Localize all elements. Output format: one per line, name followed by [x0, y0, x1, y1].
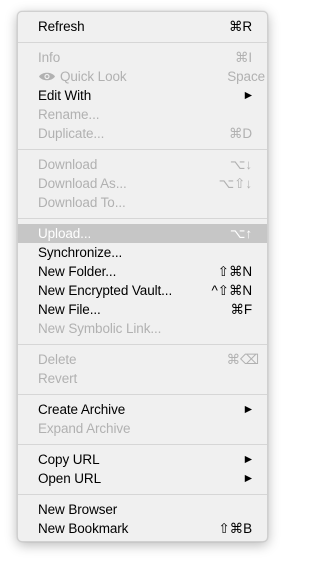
menu-item-label: Refresh: [38, 19, 85, 34]
menu-item-label: New Bookmark: [38, 521, 129, 536]
menu-item-label: Edit With: [38, 88, 92, 103]
menu-item-label: New Symbolic Link...: [38, 321, 162, 336]
menu-separator: [18, 344, 267, 345]
submenu-arrow-icon: ▶: [244, 473, 252, 484]
menu-separator: [18, 494, 267, 495]
submenu-arrow-icon: ▶: [244, 90, 252, 101]
menu-item-new-encrypted-vault[interactable]: New Encrypted Vault... ^⇧⌘N: [18, 281, 267, 300]
menu-item-label: New File...: [38, 302, 101, 317]
menu-item-create-archive[interactable]: Create Archive ▶: [18, 400, 267, 419]
menu-item-label: Quick Look: [60, 69, 127, 84]
menu-item-shortcut: ⌘F: [230, 302, 252, 317]
menu-item-shortcut: ⌘D: [228, 126, 252, 141]
menu-item-label: Download To...: [38, 195, 126, 210]
menu-item-label: Duplicate...: [38, 126, 105, 141]
menu-item-label: Open URL: [38, 471, 101, 486]
menu-item-expand-archive[interactable]: Expand Archive: [18, 419, 267, 438]
menu-item-shortcut: ⇧⌘B: [218, 521, 252, 536]
menu-item-shortcut: ⌘I: [234, 50, 252, 65]
context-menu: Refresh ⌘R Info ⌘I Quick Look Space Edit…: [17, 11, 268, 542]
menu-separator: [18, 42, 267, 43]
menu-item-shortcut: ⌘R: [228, 19, 252, 34]
menu-item-shortcut: ⌥↑: [229, 226, 252, 241]
menu-item-label: New Encrypted Vault...: [38, 283, 173, 298]
menu-item-download[interactable]: Download ⌥↓: [18, 155, 267, 174]
menu-item-download-as[interactable]: Download As... ⌥⇧↓: [18, 174, 267, 193]
menu-item-label: Info: [38, 50, 61, 65]
menu-item-new-symbolic-link[interactable]: New Symbolic Link...: [18, 319, 267, 338]
menu-item-copy-url[interactable]: Copy URL ▶: [18, 450, 267, 469]
menu-item-info[interactable]: Info ⌘I: [18, 48, 267, 67]
menu-item-duplicate[interactable]: Duplicate... ⌘D: [18, 124, 267, 143]
menu-item-label: Expand Archive: [38, 421, 131, 436]
menu-item-synchronize[interactable]: Synchronize...: [18, 243, 267, 262]
menu-item-label: New Browser: [38, 502, 118, 517]
submenu-arrow-icon: ▶: [244, 404, 252, 415]
menu-item-upload[interactable]: Upload... ⌥↑: [18, 224, 267, 243]
menu-item-rename[interactable]: Rename...: [18, 105, 267, 124]
menu-item-edit-with[interactable]: Edit With ▶: [18, 86, 267, 105]
menu-item-quick-look[interactable]: Quick Look Space: [18, 67, 267, 86]
menu-item-new-folder[interactable]: New Folder... ⇧⌘N: [18, 262, 267, 281]
menu-item-label: Download As...: [38, 176, 127, 191]
menu-item-shortcut: ^⇧⌘N: [211, 283, 253, 298]
menu-item-shortcut: ⇧⌘N: [217, 264, 252, 279]
menu-item-shortcut: ⌥⇧↓: [218, 176, 252, 191]
menu-item-delete[interactable]: Delete ⌘⌫: [18, 350, 267, 369]
menu-item-label: New Folder...: [38, 264, 117, 279]
menu-item-new-file[interactable]: New File... ⌘F: [18, 300, 267, 319]
menu-item-label: Download: [38, 157, 98, 172]
menu-item-label: Copy URL: [38, 452, 100, 467]
menu-separator: [18, 218, 267, 219]
menu-item-revert[interactable]: Revert: [18, 369, 267, 388]
menu-item-label: Revert: [38, 371, 78, 386]
menu-item-new-bookmark[interactable]: New Bookmark ⇧⌘B: [18, 519, 267, 538]
menu-item-label-group: Quick Look: [38, 67, 127, 86]
menu-item-refresh[interactable]: Refresh ⌘R: [18, 17, 267, 36]
menu-item-open-url[interactable]: Open URL ▶: [18, 469, 267, 488]
menu-item-label: Delete: [38, 352, 77, 367]
submenu-arrow-icon: ▶: [244, 454, 252, 465]
menu-separator: [18, 444, 267, 445]
eye-icon: [39, 72, 55, 81]
menu-item-new-browser[interactable]: New Browser: [18, 500, 267, 519]
menu-separator: [18, 149, 267, 150]
menu-item-label: Rename...: [38, 107, 100, 122]
menu-item-download-to[interactable]: Download To...: [18, 193, 267, 212]
menu-item-label: Create Archive: [38, 402, 126, 417]
menu-item-shortcut: ⌘⌫: [226, 352, 259, 367]
menu-item-label: Upload...: [38, 226, 92, 241]
menu-item-shortcut: ⌥↓: [229, 157, 252, 172]
menu-item-shortcut: Space: [227, 69, 265, 84]
menu-separator: [18, 394, 267, 395]
menu-item-label: Synchronize...: [38, 245, 123, 260]
